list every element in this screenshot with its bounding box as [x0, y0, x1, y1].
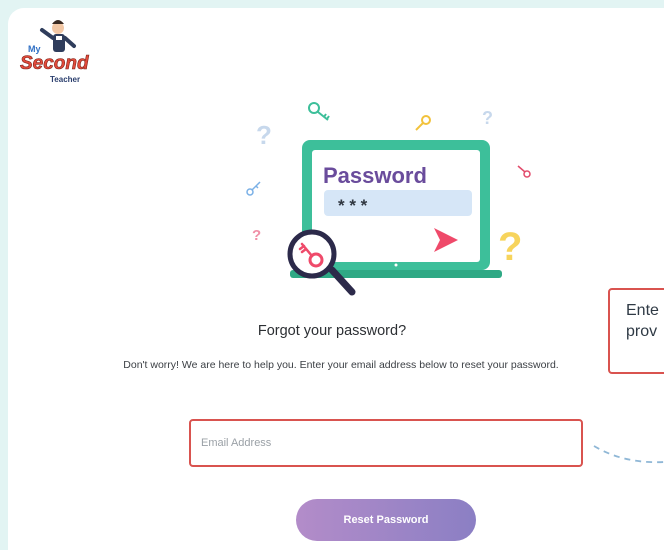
my-second-teacher-logo[interactable]: My Second Teacher — [18, 16, 102, 90]
tooltip-connector — [593, 445, 664, 464]
question-mark-icon: ? — [482, 108, 493, 128]
logo-text-second: Second — [20, 53, 89, 74]
question-mark-icon: ? — [256, 120, 272, 150]
key-icon — [308, 102, 330, 121]
hint-tooltip: Ente prov — [608, 288, 664, 374]
page-title: Forgot your password? — [257, 323, 407, 339]
illustration-masked-input: * * * — [338, 196, 368, 215]
email-input[interactable] — [201, 432, 571, 454]
question-mark-icon: ? — [252, 227, 261, 244]
tooltip-line-2: prov — [626, 322, 658, 340]
illustration-password-title: Password — [323, 163, 427, 188]
key-icon — [246, 181, 261, 196]
tooltip-line-1: Ente — [626, 302, 659, 319]
logo-text-teacher: Teacher — [50, 75, 80, 84]
question-mark-icon: ? — [498, 225, 522, 269]
key-icon — [517, 165, 531, 178]
email-field[interactable] — [189, 419, 583, 467]
key-icon — [415, 115, 431, 131]
instructions-text: Don't worry! We are here to help you. En… — [123, 359, 559, 371]
password-laptop-illustration: ? ? ? ? Password * * * — [246, 102, 531, 296]
reset-password-button[interactable]: Reset Password — [296, 499, 476, 541]
